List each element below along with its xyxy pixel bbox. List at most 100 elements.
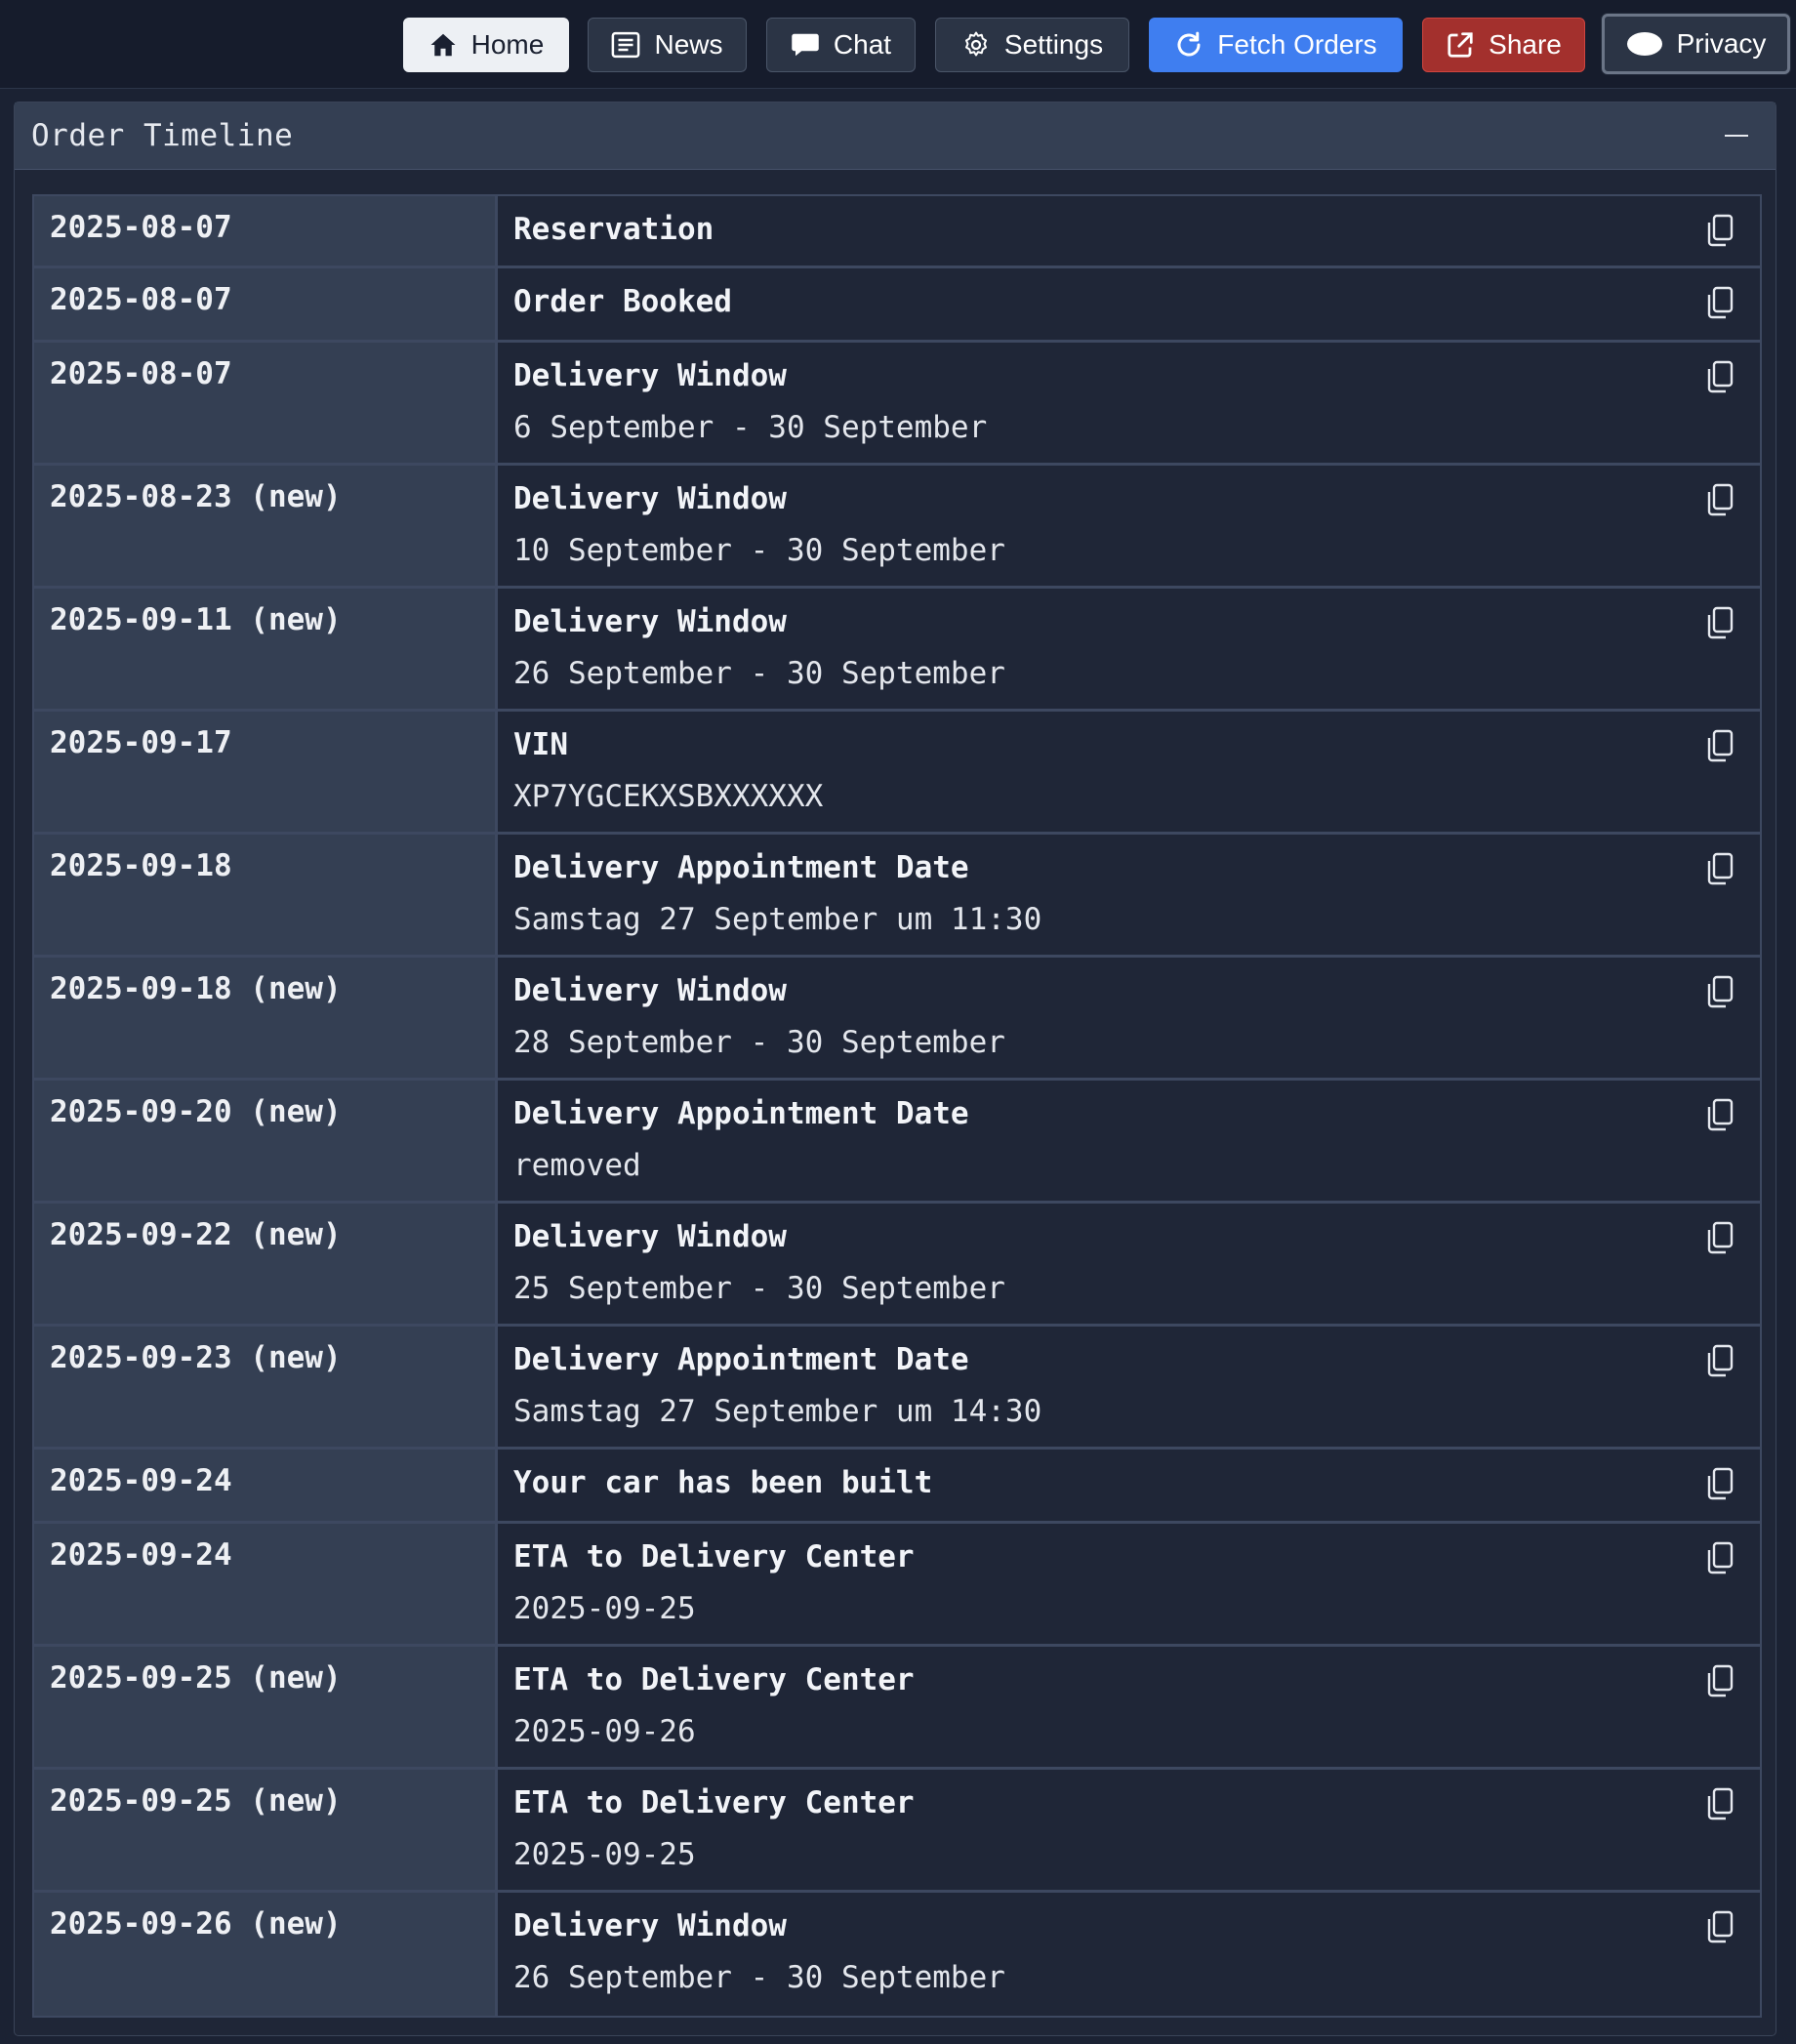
news-label: News [654,29,723,60]
fetch-orders-label: Fetch Orders [1217,29,1377,60]
event-title: Reservation [513,212,714,247]
timeline-date: 2025-09-26 (new) [34,1893,498,2016]
settings-label: Settings [1003,29,1104,60]
timeline-date: 2025-09-18 (new) [34,958,498,1078]
event-title: Delivery Window [513,1908,787,1943]
chat-label: Chat [833,29,892,60]
copy-icon[interactable] [1705,975,1735,1008]
timeline-row: 2025-09-23 (new) Delivery Appointment Dat… [34,1327,1760,1450]
timeline-event: Delivery Appointment Date Samstag 27 Sept… [498,1327,1760,1447]
timeline-row: 2025-09-25 (new) ETA to Delivery Center 20… [34,1647,1760,1770]
event-detail: 10 September - 30 September [513,533,1005,568]
timeline-row: 2025-09-22 (new) Delivery Window 25 Septem… [34,1204,1760,1327]
event-title: Your car has been built [513,1465,933,1500]
copy-icon[interactable] [1705,1541,1735,1574]
timeline-date: 2025-09-11 (new) [34,589,498,709]
copy-icon[interactable] [1705,1221,1735,1254]
copy-icon[interactable] [1705,1098,1735,1131]
event-title: Delivery Window [513,358,787,393]
external-link-icon [1448,32,1473,58]
timeline-date: 2025-08-23 (new) [34,466,498,586]
copy-icon[interactable] [1705,214,1735,247]
event-detail: 2025-09-25 [513,1591,696,1626]
event-detail: 26 September - 30 September [513,656,1005,691]
timeline-date: 2025-09-24 [34,1450,498,1521]
event-title: Delivery Appointment Date [513,1096,969,1131]
privacy-button[interactable]: Privacy [1602,14,1790,74]
timeline-date: 2025-08-07 [34,196,498,266]
timeline-date: 2025-09-17 [34,712,498,832]
eye-icon [1626,32,1662,56]
timeline-date: 2025-09-25 (new) [34,1647,498,1767]
refresh-icon [1177,31,1201,57]
event-title: Delivery Window [513,604,787,639]
copy-icon[interactable] [1705,1910,1735,1943]
timeline-row: 2025-09-18 (new) Delivery Window 28 Septem… [34,958,1760,1081]
timeline-row: 2025-09-17 VIN XP7YGCEKXSBXXXXXX [34,712,1760,835]
event-title: Delivery Window [513,481,787,516]
event-detail: 6 September - 30 September [513,410,988,445]
event-detail: 28 September - 30 September [513,1025,1005,1060]
home-label: Home [470,29,545,60]
event-title: Delivery Window [513,1219,787,1254]
copy-icon[interactable] [1705,729,1735,762]
copy-icon[interactable] [1705,360,1735,393]
event-detail: 2025-09-25 [513,1837,696,1872]
timeline-date: 2025-08-07 [34,343,498,463]
chat-button[interactable]: Chat [766,18,916,72]
timeline-row: 2025-09-18 Delivery Appointment Date Samst… [34,835,1760,958]
fetch-orders-button[interactable]: Fetch Orders [1149,18,1403,72]
timeline-date: 2025-09-18 [34,835,498,955]
timeline-row: 2025-09-24 ETA to Delivery Center 2025-09-… [34,1524,1760,1647]
settings-button[interactable]: Settings [935,18,1129,72]
timeline-table: 2025-08-07 Reservation 2025-08-07 Order Boo… [32,194,1762,2018]
timeline-event: Your car has been built [498,1450,1760,1521]
share-label: Share [1489,29,1562,60]
home-button[interactable]: Home [403,18,569,72]
event-detail: removed [513,1148,641,1183]
event-detail: XP7YGCEKXSBXXXXXX [513,779,824,814]
collapse-button[interactable] [1723,122,1750,149]
timeline-date: 2025-09-20 (new) [34,1081,498,1201]
timeline-row: 2025-09-26 (new) Delivery Window 26 Septem… [34,1893,1760,2016]
home-icon [430,33,456,57]
privacy-label: Privacy [1676,28,1767,59]
newspaper-icon [612,31,640,59]
timeline-event: Delivery Appointment Date Samstag 27 Sept… [498,835,1760,955]
event-title: ETA to Delivery Center [513,1662,915,1697]
timeline-row: 2025-08-07 Reservation [34,196,1760,268]
timeline-event: Delivery Window 10 September - 30 Septemb… [498,466,1760,586]
event-title: ETA to Delivery Center [513,1785,915,1820]
event-title: Delivery Appointment Date [513,1342,969,1377]
timeline-date: 2025-09-23 (new) [34,1327,498,1447]
panel-title: Order Timeline [31,118,294,153]
timeline-date: 2025-09-22 (new) [34,1204,498,1324]
timeline-event: Delivery Window 26 September - 30 Septemb… [498,589,1760,709]
copy-icon[interactable] [1705,483,1735,516]
timeline-row: 2025-08-07 Delivery Window 6 September - 3… [34,343,1760,466]
panel-header: Order Timeline [15,102,1776,170]
timeline-event: Reservation [498,196,1760,266]
event-title: Order Booked [513,284,732,319]
copy-icon[interactable] [1705,1664,1735,1697]
copy-icon[interactable] [1705,1467,1735,1500]
share-button[interactable]: Share [1422,18,1585,72]
copy-icon[interactable] [1705,286,1735,319]
timeline-row: 2025-09-11 (new) Delivery Window 26 Septem… [34,589,1760,712]
timeline-event: Delivery Window 28 September - 30 Septemb… [498,958,1760,1078]
copy-icon[interactable] [1705,1787,1735,1820]
timeline-row: 2025-09-20 (new) Delivery Appointment Dat… [34,1081,1760,1204]
copy-icon[interactable] [1705,606,1735,639]
event-title: Delivery Window [513,973,787,1008]
event-title: ETA to Delivery Center [513,1539,915,1574]
event-detail: 26 September - 30 September [513,1960,1005,1995]
event-detail: Samstag 27 September um 11:30 [513,902,1042,937]
timeline-row: 2025-08-23 (new) Delivery Window 10 Septem… [34,466,1760,589]
news-button[interactable]: News [588,18,747,72]
timeline-event: Order Booked [498,268,1760,340]
timeline-event: VIN XP7YGCEKXSBXXXXXX [498,712,1760,832]
copy-icon[interactable] [1705,1344,1735,1377]
timeline-event: ETA to Delivery Center 2025-09-25 [498,1770,1760,1890]
copy-icon[interactable] [1705,852,1735,885]
timeline-date: 2025-08-07 [34,268,498,340]
